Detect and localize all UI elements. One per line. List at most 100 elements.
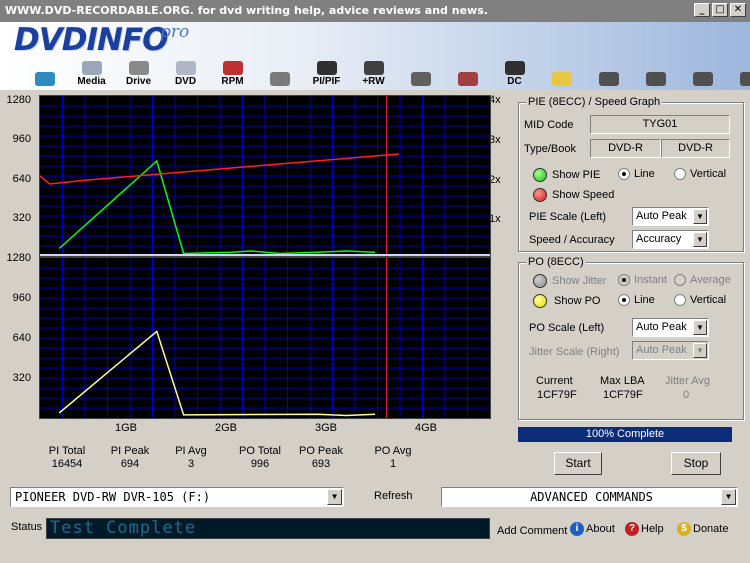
chevron-down-icon[interactable]: ▼	[693, 209, 707, 224]
toolbar-camera-button[interactable]	[586, 59, 631, 87]
toolbar-label: Media	[77, 76, 106, 87]
media-icon	[81, 61, 102, 75]
wave-chart-icon	[457, 72, 478, 86]
po-scale-value: Auto Peak	[636, 321, 687, 333]
pie-speed-graph	[39, 96, 490, 256]
show-pie-label[interactable]: Show PIE	[552, 169, 600, 181]
drive-select[interactable]: PIONEER DVD-RW DVR-105 (F:) ▼	[10, 487, 344, 507]
title-bar: WWW.DVD-RECORDABLE.ORG. for dvd writing …	[0, 0, 750, 22]
drive-select-value: PIONEER DVD-RW DVR-105 (F:)	[15, 490, 211, 504]
pie-line-radio[interactable]	[618, 168, 630, 180]
po-ytick: 320	[12, 372, 31, 384]
chevron-down-icon[interactable]: ▼	[693, 320, 707, 335]
series-po-line	[58, 330, 376, 417]
jitter-scale-select: Auto Peak ▼	[632, 341, 709, 360]
speed-led-icon[interactable]	[533, 188, 547, 202]
stat-label: PI Peak	[110, 445, 150, 457]
about-button[interactable]: i About	[570, 522, 615, 536]
pipif-icon	[316, 61, 337, 75]
refresh-button[interactable]: Refresh	[374, 490, 413, 502]
toolbar-rpm-button[interactable]: RPM	[210, 59, 255, 87]
add-comment-button[interactable]: Add Comment	[497, 525, 567, 537]
po-ytick: 1280	[6, 252, 31, 264]
toolbar-label: DVD	[174, 76, 197, 87]
toolbar-erase-button[interactable]	[398, 59, 443, 87]
toolbar-rw-button[interactable]: +RW	[351, 59, 396, 87]
toolbar-media-button[interactable]: Media	[69, 59, 114, 87]
show-speed-label[interactable]: Show Speed	[552, 189, 614, 201]
toolbar-label: PI/PIF	[312, 76, 341, 87]
logo-pro: pro	[160, 22, 190, 42]
rw-icon	[363, 61, 384, 75]
stat-label: PI Avg	[175, 445, 207, 457]
start-button[interactable]: Start	[554, 452, 602, 475]
toolbar-notes-button[interactable]	[539, 59, 584, 87]
toolbar-chart-button[interactable]	[445, 59, 490, 87]
toolbar-scan-button[interactable]	[257, 59, 302, 87]
stat-value: 693	[311, 458, 331, 470]
toolbar-edit-button[interactable]	[633, 59, 678, 87]
pie-scale-select[interactable]: Auto Peak ▼	[632, 207, 709, 226]
po-led-icon[interactable]	[533, 294, 547, 308]
po-vertical-label[interactable]: Vertical	[690, 294, 726, 306]
pie-line-label[interactable]: Line	[634, 168, 655, 180]
jitter-scale-value: Auto Peak	[636, 344, 687, 356]
chevron-down-icon[interactable]: ▼	[327, 489, 342, 505]
pie-vertical-label[interactable]: Vertical	[690, 168, 726, 180]
toolbar-pipif-button[interactable]: PI/PIF	[304, 59, 349, 87]
chevron-down-icon: ▼	[693, 343, 707, 358]
show-po-label[interactable]: Show PO	[554, 295, 600, 307]
toolbar-label: DC	[507, 76, 522, 87]
pie-ytick: 320	[12, 212, 31, 224]
toolbar-stop-button[interactable]	[727, 59, 750, 87]
toolbar-label: RPM	[221, 76, 244, 87]
pie-ytick: 1280	[6, 94, 31, 106]
advanced-commands-select[interactable]: ADVANCED COMMANDS ▼	[441, 487, 738, 507]
clipboard-icon	[551, 72, 572, 86]
donate-label: Donate	[693, 522, 729, 535]
speed-accuracy-value: Accuracy	[636, 233, 682, 245]
pie-vertical-radio[interactable]	[674, 168, 686, 180]
stat-po-total: PO Total 996	[234, 445, 286, 470]
pie-plot	[39, 95, 491, 257]
po-line-label[interactable]: Line	[634, 294, 655, 306]
toolbar-drive-button[interactable]: Drive	[116, 59, 161, 87]
po-line-radio[interactable]	[618, 294, 630, 306]
max-lba-value: 1CF79F	[603, 389, 643, 401]
po-panel-title: PO (8ECC)	[526, 256, 586, 268]
help-button[interactable]: ? Help	[625, 522, 664, 536]
toolbar-dvd-button[interactable]: DVD	[163, 59, 208, 87]
drive-icon	[128, 61, 149, 75]
toolbar-monitor-button[interactable]	[22, 59, 67, 87]
po-vertical-radio[interactable]	[674, 294, 686, 306]
maximize-button[interactable]: □	[712, 3, 728, 17]
stat-pi-avg: PI Avg 3	[168, 445, 214, 470]
stat-pi-total: PI Total 16454	[44, 445, 90, 470]
edit-icon	[645, 72, 666, 86]
close-button[interactable]: ✕	[730, 3, 746, 17]
speed-accuracy-select[interactable]: Accuracy ▼	[632, 230, 709, 249]
stop-button[interactable]: Stop	[671, 452, 721, 475]
dollar-icon: $	[677, 522, 691, 536]
stat-value: 3	[187, 458, 195, 470]
xtick: 2GB	[215, 422, 238, 434]
toolbar-dc-button[interactable]: DC	[492, 59, 537, 87]
toolbar-play-button[interactable]	[680, 59, 725, 87]
pie-led-icon[interactable]	[533, 168, 547, 182]
camera-icon	[598, 72, 619, 86]
chevron-down-icon[interactable]: ▼	[721, 489, 736, 505]
po-scale-select[interactable]: Auto Peak ▼	[632, 318, 709, 337]
toolbar-label: Drive	[125, 76, 151, 87]
toolbar-label: +RW	[362, 76, 385, 87]
chevron-down-icon[interactable]: ▼	[693, 232, 707, 247]
progress-bar: 100% Complete	[518, 427, 732, 442]
eraser-icon	[410, 72, 431, 86]
average-label: Average	[690, 274, 731, 286]
dc-icon	[504, 61, 525, 75]
po-graph	[40, 258, 490, 418]
header-banner: DVDINFO pro Media Drive DVD RPM PI/PIF +RW DC	[0, 22, 750, 90]
xtick: 4GB	[415, 422, 438, 434]
minimize-button[interactable]: _	[694, 3, 710, 17]
graph-area: 1280 960 640 320 4x 3x 2x 1x 1280 960 64…	[5, 93, 513, 434]
donate-button[interactable]: $ Donate	[677, 522, 728, 536]
